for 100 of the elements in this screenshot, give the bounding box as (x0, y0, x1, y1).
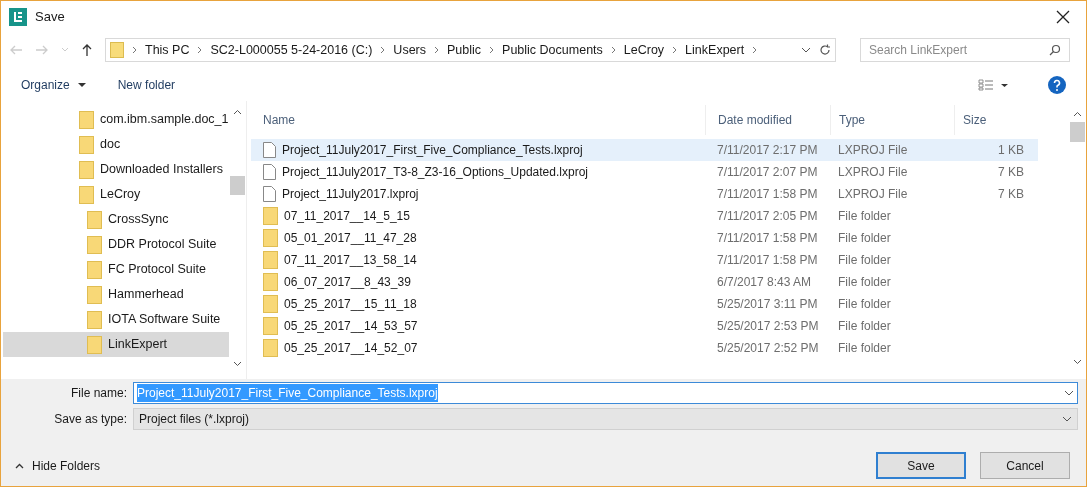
file-row[interactable]: 07_11_2017__13_58_14 7/11/2017 1:58 PM File folder (251, 249, 1038, 271)
view-options-icon[interactable] (978, 79, 1008, 91)
sidebar-item[interactable]: IOTA Software Suite (3, 307, 229, 332)
type-cell: File folder (838, 297, 891, 311)
help-icon[interactable] (1048, 76, 1066, 94)
size-cell: 7 KB (998, 165, 1024, 179)
sidebar-item[interactable]: Hammerhead (3, 282, 229, 307)
sidebar-item[interactable]: LinkExpert (3, 332, 229, 357)
file-name: 05_25_2017__14_52_07 (284, 340, 418, 357)
save-button[interactable]: Save (876, 452, 966, 479)
window-title: Save (35, 8, 65, 27)
sidebar-item[interactable]: DDR Protocol Suite (3, 232, 229, 257)
date-cell: 5/25/2017 2:53 PM (717, 319, 819, 333)
sidebar-item[interactable]: FC Protocol Suite (3, 257, 229, 282)
file-name: 06_07_2017__8_43_39 (284, 274, 411, 291)
file-name: 05_25_2017__14_53_57 (284, 318, 418, 335)
chevron-right-icon (489, 46, 495, 54)
chevron-right-icon (434, 46, 439, 54)
chevron-up-icon (15, 462, 24, 469)
file-row[interactable]: 06_07_2017__8_43_39 6/7/2017 8:43 AM File folder (251, 271, 1038, 293)
sidebar-item[interactable]: LeCroy (3, 182, 229, 207)
file-name: 07_11_2017__13_58_14 (284, 252, 417, 269)
file-row[interactable]: 07_11_2017__14_5_15 7/11/2017 2:05 PM File folder (251, 205, 1038, 227)
file-row[interactable]: 05_01_2017__11_47_28 7/11/2017 1:58 PM File folder (251, 227, 1038, 249)
search-icon[interactable] (1049, 44, 1061, 56)
folder-icon (263, 273, 278, 291)
date-cell: 5/25/2017 2:52 PM (717, 341, 819, 355)
chevron-right-icon (132, 46, 137, 54)
column-header[interactable]: Type (830, 105, 954, 135)
file-name-label: File name: (69, 385, 127, 402)
file-name-value: Project_11July2017_First_Five_Compliance_Tests.lxproj (137, 384, 438, 402)
organize-button[interactable]: Organize (21, 76, 86, 94)
date-cell: 6/7/2017 8:43 AM (717, 275, 812, 289)
chevron-right-icon[interactable] (752, 46, 758, 54)
date-cell: 5/25/2017 3:11 PM (717, 297, 818, 311)
cancel-button[interactable]: Cancel (980, 452, 1070, 479)
file-row[interactable]: 05_25_2017__15_11_18 5/25/2017 3:11 PM File folder (251, 293, 1038, 315)
file-name: 05_01_2017__11_47_28 (284, 230, 417, 247)
file-row[interactable]: 05_25_2017__14_52_07 5/25/2017 2:52 PM File folder (251, 337, 1038, 359)
scroll-up-icon[interactable] (1073, 111, 1082, 117)
folder-icon (79, 135, 94, 154)
type-cell: LXPROJ File (838, 143, 908, 157)
file-name: 05_25_2017__15_11_18 (284, 296, 417, 313)
new-folder-button[interactable]: New folder (117, 76, 176, 94)
date-cell: 7/11/2017 1:58 PM (717, 231, 818, 245)
folder-icon (87, 260, 102, 279)
file-name: Project_11July2017.lxproj (282, 186, 419, 203)
breadcrumb-item[interactable]: Users (393, 40, 426, 60)
breadcrumb-item[interactable]: SC2-L000055 5-24-2016 (C:) (210, 40, 373, 60)
date-cell: 7/11/2017 2:17 PM (717, 143, 818, 157)
scrollbar-thumb[interactable] (230, 176, 245, 195)
column-header[interactable]: Size (954, 105, 1054, 135)
folder-icon (263, 229, 278, 247)
save-as-type-label: Save as type: (53, 411, 127, 428)
up-arrow-icon[interactable] (81, 43, 93, 57)
scroll-down-icon[interactable] (233, 361, 242, 367)
chevron-down-icon[interactable] (1062, 416, 1072, 422)
scroll-down-icon[interactable] (1073, 359, 1082, 365)
folder-icon (79, 110, 94, 129)
folder-icon (87, 235, 102, 254)
type-cell: File folder (838, 209, 891, 223)
folder-icon (263, 317, 278, 335)
chevron-right-icon (672, 46, 678, 54)
caret-icon (77, 82, 86, 88)
file-icon (263, 142, 276, 158)
date-cell: 7/11/2017 1:58 PM (717, 253, 818, 267)
type-cell: File folder (838, 231, 891, 245)
breadcrumb-item[interactable]: Public (447, 40, 482, 60)
sidebar-item[interactable]: doc (3, 132, 229, 157)
file-row[interactable]: Project_11July2017_First_Five_Compliance_Tests.lxproj 7/11/2017 2:17 PM LXPROJ File 1 KB (251, 139, 1038, 161)
breadcrumb-item[interactable]: LinkExpert (685, 40, 745, 60)
sidebar-item[interactable]: CrossSync (3, 207, 229, 232)
breadcrumb-item[interactable]: LeCroy (623, 40, 665, 60)
folder-icon (263, 295, 278, 313)
chevron-right-icon (197, 46, 203, 54)
close-icon[interactable] (1056, 10, 1070, 24)
save-as-type-dropdown[interactable]: Project files (*.lxproj) (133, 408, 1078, 430)
folder-icon (79, 160, 94, 179)
chevron-down-icon[interactable] (801, 47, 811, 53)
breadcrumb-item[interactable]: This PC (145, 40, 190, 60)
scroll-up-icon[interactable] (233, 109, 242, 115)
folder-icon (263, 251, 278, 269)
type-cell: LXPROJ File (838, 187, 908, 201)
folder-icon (263, 207, 278, 225)
search-field[interactable]: Search LinkExpert (860, 38, 1070, 62)
scrollbar-thumb[interactable] (1070, 122, 1085, 142)
file-row[interactable]: 05_25_2017__14_53_57 5/25/2017 2:53 PM File folder (251, 315, 1038, 337)
hide-folders-button[interactable]: Hide Folders (9, 456, 107, 475)
breadcrumb-item[interactable]: Public Documents (502, 40, 603, 60)
type-cell: File folder (838, 253, 891, 267)
chevron-down-icon[interactable] (1064, 390, 1074, 396)
folder-icon (87, 285, 102, 304)
column-header[interactable]: Name (251, 105, 705, 135)
sidebar-item[interactable]: Downloaded Installers (3, 157, 229, 182)
column-header[interactable]: Date modified (705, 105, 830, 135)
file-row[interactable]: Project_11July2017.lxproj 7/11/2017 1:58 PM LXPROJ File 7 KB (251, 183, 1038, 205)
file-row[interactable]: Project_11July2017_T3-8_Z3-16_Options_Updated.lxproj 7/11/2017 2:07 PM LXPROJ File 7 KB (251, 161, 1038, 183)
sidebar-item[interactable]: com.ibm.sample.doc_1 (3, 107, 229, 132)
refresh-icon[interactable] (819, 44, 831, 56)
address-bar[interactable]: This PC SC2-L000055 5-24-2016 (C:) Users Public Public Documents LeCroy LinkExpert (105, 38, 836, 62)
